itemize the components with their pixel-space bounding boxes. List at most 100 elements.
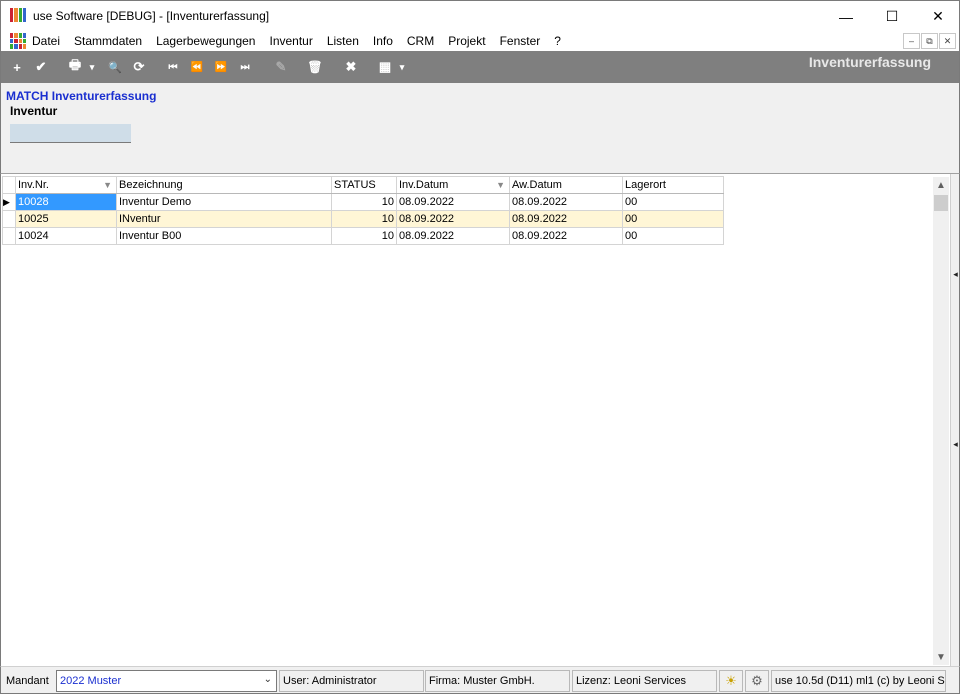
print-dropdown-icon[interactable]: ▾ [87, 57, 97, 77]
column-header-label: Lagerort [625, 179, 666, 191]
grid-dropdown-icon[interactable]: ▾ [397, 57, 407, 77]
maximize-button[interactable]: ☐ [869, 1, 915, 32]
refresh-icon[interactable]: ⟳ [129, 57, 149, 77]
mdi-app-icon[interactable] [10, 33, 26, 49]
grid-layout-icon[interactable]: ▦ [375, 57, 395, 77]
column-header-inv-datum[interactable]: Inv.Datum ▼ [396, 176, 510, 194]
grid-area: Inv.Nr. ▼ Bezeichnung STATUS Inv.Datum ▼ A… [0, 173, 960, 666]
status-user: User: Administrator [279, 670, 424, 692]
cancel-icon[interactable]: ✖ [341, 57, 361, 77]
cell-inv-nr[interactable]: 10025 [15, 210, 117, 228]
menu-crm[interactable]: CRM [407, 34, 434, 48]
table-row[interactable]: ▶ 10028 Inventur Demo 10 08.09.2022 08.0… [2, 193, 724, 211]
cell-bezeichnung[interactable]: Inventur B00 [116, 227, 332, 245]
cell-status[interactable]: 10 [331, 227, 397, 245]
splitter-left-icon[interactable]: ◂ [952, 430, 959, 458]
mdi-restore-button[interactable]: ⧉ [921, 33, 938, 49]
cell-aw-datum[interactable]: 08.09.2022 [509, 227, 623, 245]
cell-inv-datum[interactable]: 08.09.2022 [396, 193, 510, 211]
confirm-icon[interactable]: ✔ [31, 57, 51, 77]
menu-projekt[interactable]: Projekt [448, 34, 485, 48]
app-icon: ‌ [10, 8, 26, 24]
cell-lagerort[interactable]: 00 [622, 193, 724, 211]
right-panel-edge: ◂ ◂ [950, 174, 959, 666]
cell-lagerort[interactable]: 00 [622, 210, 724, 228]
status-lizenz: Lizenz: Leoni Services [572, 670, 717, 692]
cell-status[interactable]: 10 [331, 193, 397, 211]
mdi-close-button[interactable]: ✕ [939, 33, 956, 49]
status-firma: Firma: Muster GmbH. [425, 670, 570, 692]
row-indicator [2, 210, 16, 228]
print-icon[interactable]: 🖶 [65, 57, 85, 77]
last-record-icon[interactable]: ⏭ [235, 57, 255, 77]
sun-icon[interactable]: ☀ [719, 670, 743, 692]
search-icon[interactable]: 🔍 [105, 57, 125, 77]
cell-inv-datum[interactable]: 08.09.2022 [396, 210, 510, 228]
previous-record-icon[interactable]: ⏪ [187, 57, 207, 77]
minimize-button[interactable]: — [823, 1, 869, 32]
column-header-inv-nr[interactable]: Inv.Nr. ▼ [15, 176, 117, 194]
inventory-grid: Inv.Nr. ▼ Bezeichnung STATUS Inv.Datum ▼ A… [2, 176, 724, 245]
table-row[interactable]: 10024 Inventur B00 10 08.09.2022 08.09.2… [2, 227, 724, 245]
inventur-label: Inventur [10, 104, 58, 118]
cell-status[interactable]: 10 [331, 210, 397, 228]
menu-bar: Datei Stammdaten Lagerbewegungen Inventu… [0, 31, 960, 51]
add-icon[interactable]: + [7, 57, 27, 77]
filter-icon[interactable]: ▼ [103, 180, 112, 190]
status-bar: Mandant 2022 Muster ⌄ User: Administrato… [0, 666, 960, 694]
mandant-value: 2022 Muster [60, 675, 122, 687]
menu-inventur[interactable]: Inventur [269, 34, 312, 48]
vertical-scrollbar[interactable]: ▲ ▼ [933, 177, 949, 665]
mandant-select[interactable]: 2022 Muster ⌄ [56, 670, 277, 692]
cell-bezeichnung[interactable]: INventur [116, 210, 332, 228]
column-header-status[interactable]: STATUS [331, 176, 397, 194]
form-area: MATCH Inventurerfassung Inventur [0, 83, 960, 173]
first-record-icon[interactable]: ⏮ [163, 57, 183, 77]
menu-lagerbewegungen[interactable]: Lagerbewegungen [156, 34, 255, 48]
title-bar: ‌ use Software [DEBUG] - [Inventurerfass… [0, 0, 960, 31]
mdi-minimize-button[interactable]: – [903, 33, 920, 49]
menu-listen[interactable]: Listen [327, 34, 359, 48]
scroll-down-icon[interactable]: ▼ [933, 649, 949, 665]
menu-fenster[interactable]: Fenster [500, 34, 541, 48]
menu-info[interactable]: Info [373, 34, 393, 48]
mandant-label: Mandant [3, 670, 55, 692]
row-pointer-icon: ▶ [2, 193, 16, 211]
network-icon[interactable]: ⚙ [745, 670, 769, 692]
table-row[interactable]: 10025 INventur 10 08.09.2022 08.09.2022 … [2, 210, 724, 228]
cell-inv-nr[interactable]: 10028 [15, 193, 117, 211]
cell-inv-nr[interactable]: 10024 [15, 227, 117, 245]
cell-lagerort[interactable]: 00 [622, 227, 724, 245]
next-record-icon[interactable]: ⏩ [211, 57, 231, 77]
column-header-lagerort[interactable]: Lagerort [622, 176, 724, 194]
scroll-thumb[interactable] [934, 195, 948, 211]
menu-datei[interactable]: Datei [32, 34, 60, 48]
inventur-input[interactable] [10, 124, 131, 143]
delete-icon[interactable]: 🗑 [305, 57, 325, 77]
column-header-label: STATUS [334, 179, 376, 191]
column-header-label: Inv.Datum [399, 179, 449, 191]
row-indicator-header [2, 176, 16, 194]
column-header-aw-datum[interactable]: Aw.Datum [509, 176, 623, 194]
cell-aw-datum[interactable]: 08.09.2022 [509, 210, 623, 228]
menu-stammdaten[interactable]: Stammdaten [74, 34, 142, 48]
row-indicator [2, 227, 16, 245]
column-header-label: Inv.Nr. [18, 179, 49, 191]
cell-aw-datum[interactable]: 08.09.2022 [509, 193, 623, 211]
column-header-label: Aw.Datum [512, 179, 562, 191]
toolbar: + ✔ 🖶 ▾ 🔍 ⟳ ⏮ ⏪ ⏩ ⏭ ✎ 🗑 ✖ ▦ ▾ Inventurer… [0, 51, 960, 83]
status-version: use 10.5d (D11) ml1 (c) by Leoni Sc [771, 670, 946, 692]
cell-inv-datum[interactable]: 08.09.2022 [396, 227, 510, 245]
menu-help[interactable]: ? [554, 34, 561, 48]
splitter-left-icon[interactable]: ◂ [952, 260, 959, 288]
scroll-up-icon[interactable]: ▲ [933, 177, 949, 193]
close-button[interactable]: ✕ [915, 1, 960, 32]
chevron-down-icon[interactable]: ⌄ [264, 674, 272, 685]
filter-icon[interactable]: ▼ [496, 180, 505, 190]
toolbar-caption: Inventurerfassung [808, 54, 931, 70]
form-title: MATCH Inventurerfassung [6, 89, 157, 103]
cell-bezeichnung[interactable]: Inventur Demo [116, 193, 332, 211]
window-title: use Software [DEBUG] - [Inventurerfassun… [33, 9, 270, 23]
edit-icon[interactable]: ✎ [271, 57, 291, 77]
column-header-bezeichnung[interactable]: Bezeichnung [116, 176, 332, 194]
